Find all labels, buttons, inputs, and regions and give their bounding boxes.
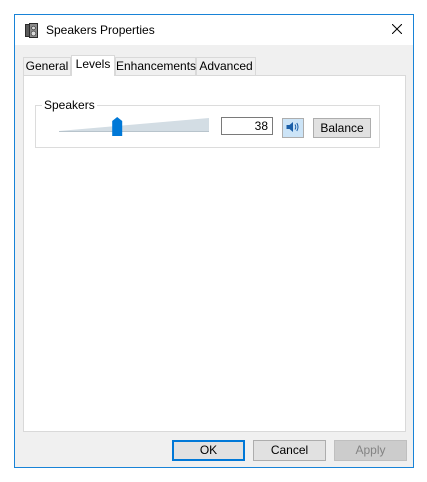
close-icon	[391, 23, 403, 37]
speakers-group: Speakers 38 Balance	[35, 98, 380, 148]
mute-button[interactable]	[282, 118, 304, 138]
tab-enhancements[interactable]: Enhancements	[115, 57, 196, 75]
speakers-properties-dialog: Speakers Properties General Levels Enhan…	[14, 14, 414, 468]
volume-value-field[interactable]: 38	[221, 117, 273, 135]
tab-advanced[interactable]: Advanced	[196, 57, 256, 75]
close-button[interactable]	[381, 15, 413, 45]
tab-levels[interactable]: Levels	[71, 55, 115, 76]
speakers-group-label: Speakers	[42, 98, 97, 112]
cancel-button[interactable]: Cancel	[253, 440, 326, 461]
speaker-volume-icon	[286, 121, 300, 136]
slider-track-wedge	[59, 118, 209, 131]
levels-panel: Speakers 38 Balance	[23, 75, 406, 432]
slider-thumb[interactable]	[112, 117, 123, 136]
ok-button[interactable]: OK	[172, 440, 245, 461]
title-bar[interactable]: Speakers Properties	[15, 15, 413, 45]
speaker-properties-icon	[25, 23, 39, 38]
tab-general[interactable]: General	[23, 57, 71, 75]
volume-slider[interactable]	[59, 117, 209, 137]
window-title: Speakers Properties	[46, 23, 155, 37]
balance-button[interactable]: Balance	[313, 118, 371, 138]
apply-button[interactable]: Apply	[334, 440, 407, 461]
